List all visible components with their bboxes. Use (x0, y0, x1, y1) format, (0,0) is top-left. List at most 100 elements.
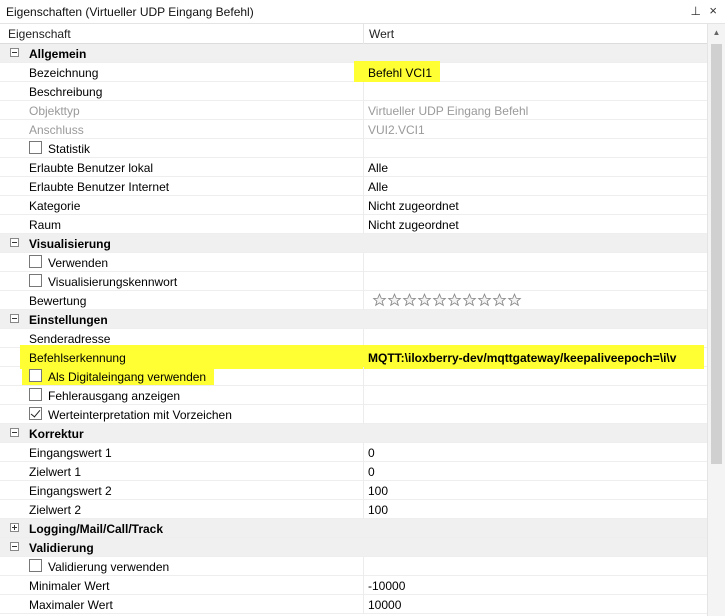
digitaleingang-checkbox[interactable] (29, 369, 42, 382)
checkbox-label: Visualisierungskennwort (48, 275, 178, 289)
property-row-eingangswert2[interactable]: Eingangswert 2 100 (0, 481, 707, 500)
property-row-benutzer-lokal[interactable]: Erlaubte Benutzer lokal Alle (0, 158, 707, 177)
kennwort-checkbox[interactable] (29, 274, 42, 287)
star-icon[interactable] (402, 293, 417, 307)
category-validierung[interactable]: Validierung (0, 538, 707, 557)
property-row-digitaleingang[interactable]: Als Digitaleingang verwenden (0, 366, 707, 386)
star-icon[interactable] (507, 293, 522, 307)
property-row-objekttyp[interactable]: Objekttyp Virtueller UDP Eingang Befehl (0, 101, 707, 120)
header-eigenschaft[interactable]: Eigenschaft (8, 27, 71, 41)
property-row-statistik[interactable]: Statistik (0, 139, 707, 158)
checkbox-label: Fehlerausgang anzeigen (48, 389, 181, 403)
category-einstellungen[interactable]: Einstellungen (0, 310, 707, 329)
property-row-kategorie[interactable]: Kategorie Nicht zugeordnet (0, 196, 707, 215)
property-row-zielwert1[interactable]: Zielwert 1 0 (0, 462, 707, 481)
category-label: Logging/Mail/Call/Track (29, 522, 164, 536)
property-value[interactable]: Nicht zugeordnet (368, 199, 459, 213)
property-row-verwenden[interactable]: Verwenden (0, 253, 707, 272)
category-label: Validierung (29, 541, 94, 555)
vertical-scrollbar[interactable]: ▲ (707, 24, 725, 616)
validierung-checkbox[interactable] (29, 559, 42, 572)
property-row-kennwort[interactable]: Visualisierungskennwort (0, 272, 707, 291)
property-label: Eingangswert 2 (29, 484, 112, 498)
verwenden-checkbox[interactable] (29, 255, 42, 268)
star-icon[interactable] (492, 293, 507, 307)
property-label: Erlaubte Benutzer Internet (29, 180, 170, 194)
star-icon[interactable] (417, 293, 432, 307)
property-row-befehlserkennung[interactable]: Befehlserkennung MQTT:\iloxberry-dev/mqt… (0, 345, 707, 369)
expand-icon[interactable] (10, 523, 19, 532)
property-row-bewertung[interactable]: Bewertung (0, 291, 707, 310)
category-label: Einstellungen (29, 313, 108, 327)
checkbox-label: Verwenden (48, 256, 109, 270)
property-value[interactable]: Befehl VCI1 (368, 66, 432, 80)
property-value[interactable]: 0 (368, 446, 375, 460)
star-icon[interactable] (477, 293, 492, 307)
property-label: Kategorie (29, 199, 81, 213)
pin-icon[interactable]: ⊥ (691, 4, 701, 18)
property-row-fehlerausgang[interactable]: Fehlerausgang anzeigen (0, 386, 707, 405)
property-label: Senderadresse (29, 332, 111, 346)
property-row-max[interactable]: Maximaler Wert 10000 (0, 595, 707, 614)
property-row-raum[interactable]: Raum Nicht zugeordnet (0, 215, 707, 234)
checkbox-label: Statistik (48, 142, 91, 156)
star-icon[interactable] (462, 293, 477, 307)
category-label: Visualisierung (29, 237, 111, 251)
checkbox-label: Werteinterpretation mit Vorzeichen (48, 408, 232, 422)
property-row-vorzeichen[interactable]: Werteinterpretation mit Vorzeichen (0, 405, 707, 424)
property-row-min[interactable]: Minimaler Wert -10000 (0, 576, 707, 595)
property-label: Befehlserkennung (29, 351, 126, 365)
category-label: Korrektur (29, 427, 84, 441)
property-value[interactable]: 0 (368, 465, 375, 479)
vorzeichen-checkbox[interactable] (29, 407, 42, 420)
property-label: Bewertung (29, 294, 87, 308)
header-wert[interactable]: Wert (369, 27, 394, 41)
checkbox-label: Validierung verwenden (48, 560, 170, 574)
collapse-icon[interactable] (10, 428, 19, 437)
property-label: Erlaubte Benutzer lokal (29, 161, 154, 175)
panel-titlebar: Eigenschaften (Virtueller UDP Eingang Be… (0, 0, 725, 24)
property-grid: Allgemein Bezeichnung Befehl VCI1 Beschr… (0, 44, 707, 614)
collapse-icon[interactable] (10, 48, 19, 57)
property-label: Beschreibung (29, 85, 103, 99)
star-icon[interactable] (372, 293, 387, 307)
star-icon[interactable] (447, 293, 462, 307)
category-visualisierung[interactable]: Visualisierung (0, 234, 707, 253)
property-label: Raum (29, 218, 62, 232)
collapse-icon[interactable] (10, 542, 19, 551)
collapse-icon[interactable] (10, 314, 19, 323)
rating-stars[interactable] (372, 293, 522, 310)
property-row-anschluss[interactable]: Anschluss VUI2.VCI1 (0, 120, 707, 139)
property-value[interactable]: 100 (368, 503, 388, 517)
property-value[interactable]: 10000 (368, 598, 401, 612)
category-label: Allgemein (29, 47, 87, 61)
property-row-bezeichnung[interactable]: Bezeichnung Befehl VCI1 (0, 61, 707, 82)
property-row-beschreibung[interactable]: Beschreibung (0, 82, 707, 101)
collapse-icon[interactable] (10, 238, 19, 247)
property-label: Maximaler Wert (29, 598, 113, 612)
property-row-eingangswert1[interactable]: Eingangswert 1 0 (0, 443, 707, 462)
scrollbar-thumb[interactable] (711, 44, 722, 464)
property-value: VUI2.VCI1 (368, 123, 425, 137)
column-header: Eigenschaft Wert (0, 24, 707, 44)
property-value: Virtueller UDP Eingang Befehl (368, 104, 529, 118)
properties-panel: Eigenschaften (Virtueller UDP Eingang Be… (0, 0, 725, 616)
statistik-checkbox[interactable] (29, 141, 42, 154)
star-icon[interactable] (432, 293, 447, 307)
fehlerausgang-checkbox[interactable] (29, 388, 42, 401)
property-value[interactable]: -10000 (368, 579, 405, 593)
property-value[interactable]: Alle (368, 161, 388, 175)
property-value[interactable]: Nicht zugeordnet (368, 218, 459, 232)
star-icon[interactable] (387, 293, 402, 307)
scroll-up-icon[interactable]: ▲ (708, 24, 725, 42)
close-icon[interactable]: × (709, 3, 717, 18)
property-row-zielwert2[interactable]: Zielwert 2 100 (0, 500, 707, 519)
property-value[interactable]: 100 (368, 484, 388, 498)
property-row-benutzer-internet[interactable]: Erlaubte Benutzer Internet Alle (0, 177, 707, 196)
category-logging[interactable]: Logging/Mail/Call/Track (0, 519, 707, 538)
property-value[interactable]: MQTT:\iloxberry-dev/mqttgateway/keepaliv… (368, 351, 676, 365)
property-row-validierung-verwenden[interactable]: Validierung verwenden (0, 557, 707, 576)
property-label: Zielwert 1 (29, 465, 82, 479)
property-value[interactable]: Alle (368, 180, 388, 194)
category-korrektur[interactable]: Korrektur (0, 424, 707, 443)
